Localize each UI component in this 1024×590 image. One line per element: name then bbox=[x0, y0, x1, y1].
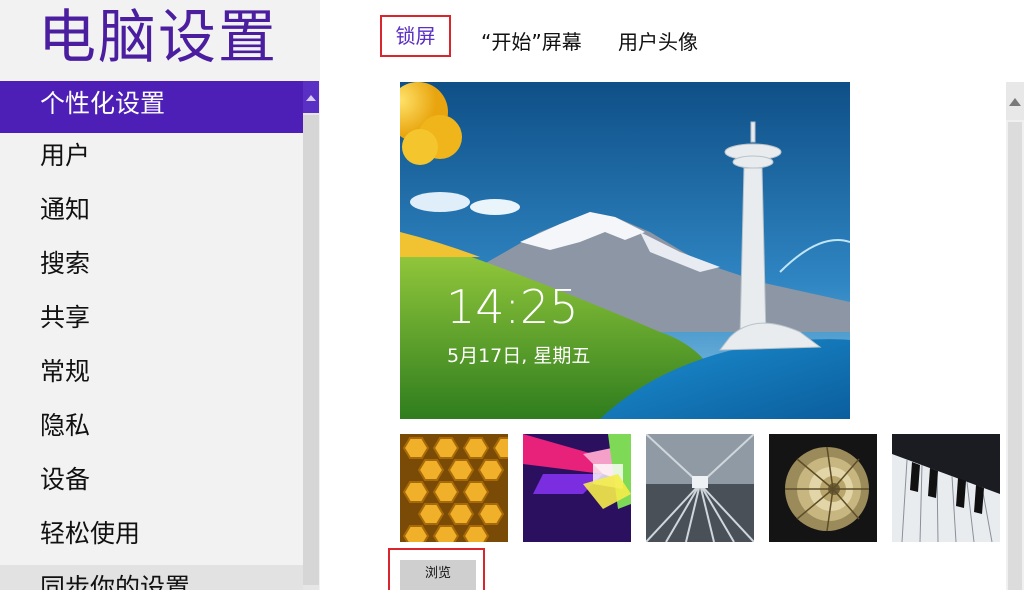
background-thumb-nautilus[interactable] bbox=[769, 434, 877, 542]
nav-item-personalize[interactable]: 个性化设置 bbox=[0, 81, 303, 133]
nav-item-notifications[interactable]: 通知 bbox=[0, 187, 303, 241]
nav-item-general[interactable]: 常规 bbox=[0, 349, 303, 403]
content-scroll-up-button[interactable] bbox=[1006, 82, 1024, 120]
geometric-image bbox=[523, 434, 631, 542]
background-thumb-honeycomb[interactable] bbox=[400, 434, 508, 542]
nav-item-ease-of-access[interactable]: 轻松使用 bbox=[0, 511, 303, 565]
app-title: 电脑设置 bbox=[38, 3, 279, 71]
nav-item-devices[interactable]: 设备 bbox=[0, 457, 303, 511]
lock-screen-time: 14:25 bbox=[446, 280, 579, 334]
background-thumb-train-tracks[interactable] bbox=[646, 434, 754, 542]
nav-list: 个性化设置 用户 通知 搜索 共享 常规 隐私 设备 轻松使用 同步你的设置 bbox=[0, 81, 303, 590]
nav-item-share[interactable]: 共享 bbox=[0, 295, 303, 349]
content-scroll-thumb[interactable] bbox=[1008, 122, 1022, 590]
nav-item-search[interactable]: 搜索 bbox=[0, 241, 303, 295]
tab-lock-screen[interactable]: 锁屏 bbox=[380, 15, 451, 57]
content-scrollbar[interactable] bbox=[1006, 82, 1024, 590]
left-pane: 电脑设置 个性化设置 用户 通知 搜索 共享 常规 隐私 设备 轻松使用 同步你… bbox=[0, 0, 320, 590]
nav-scrollbar[interactable] bbox=[303, 81, 319, 590]
seattle-landscape-image bbox=[400, 82, 850, 419]
nav-item-users[interactable]: 用户 bbox=[0, 133, 303, 187]
chevron-up-icon bbox=[306, 95, 316, 101]
background-thumb-geometric[interactable] bbox=[523, 434, 631, 542]
lock-screen-date: 5月17日, 星期五 bbox=[447, 345, 591, 367]
tab-account-picture[interactable]: 用户头像 bbox=[618, 26, 698, 55]
nav-item-privacy[interactable]: 隐私 bbox=[0, 403, 303, 457]
chevron-up-icon bbox=[1009, 98, 1021, 106]
nav-scroll-up-button[interactable] bbox=[303, 81, 319, 113]
nav-item-sync-settings[interactable]: 同步你的设置 bbox=[0, 565, 303, 590]
lock-screen-preview: 14:25 5月17日, 星期五 bbox=[400, 82, 850, 419]
honeycomb-image bbox=[400, 434, 508, 542]
train-tracks-image bbox=[646, 434, 754, 542]
tab-start-screen[interactable]: “开始”屏幕 bbox=[481, 26, 582, 55]
nautilus-shell-image bbox=[769, 434, 877, 542]
piano-keys-image bbox=[892, 434, 1000, 542]
nav-scroll-thumb[interactable] bbox=[303, 115, 319, 585]
background-thumb-piano[interactable] bbox=[892, 434, 1000, 542]
browse-button[interactable]: 浏览 bbox=[400, 560, 476, 590]
